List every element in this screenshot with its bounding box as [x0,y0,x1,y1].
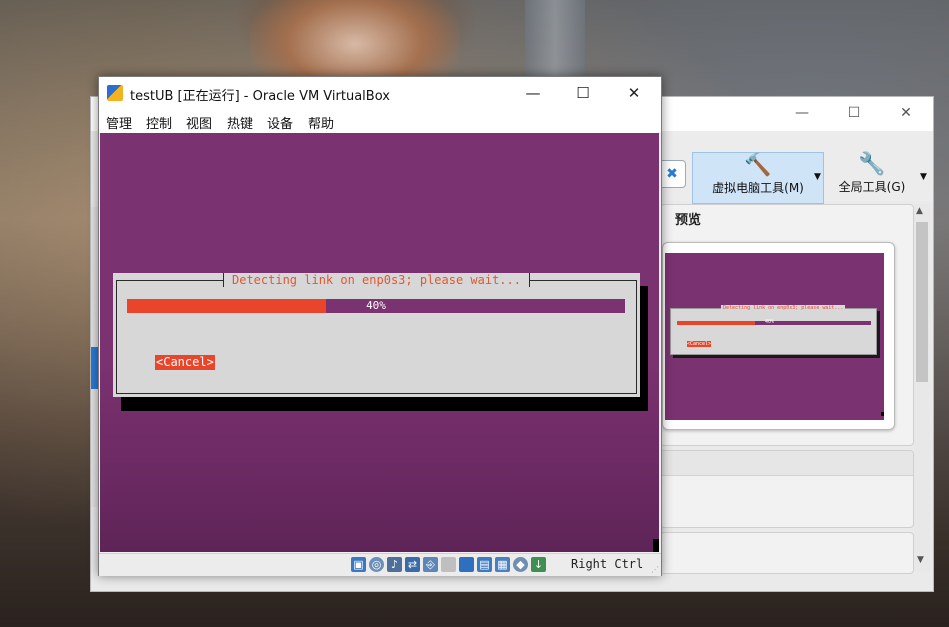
vm-window-title: testUB [正在运行] - Oracle VM VirtualBox [130,89,390,104]
manager-close-button[interactable]: ✕ [891,103,921,123]
manager-scrollbar[interactable]: ▲ [914,204,930,572]
preview-progress-label: 40% [765,319,775,325]
vm-titlebar[interactable]: testUB [正在运行] - Oracle VM VirtualBox — ☐… [99,77,661,109]
global-tools-dropdown-icon[interactable]: ▼ [920,172,927,182]
preview-title: 预览 [675,213,702,228]
menu-control[interactable]: 控制 [146,113,172,132]
keyboard-icon[interactable]: ↓ [531,557,546,572]
manager-minimize-button[interactable]: — [787,103,817,123]
cancel-button[interactable]: <Cancel> [155,355,215,370]
details-panel [660,450,914,528]
discard-icon[interactable]: ✖ [658,160,686,188]
vm-display[interactable]: Detecting link on enp0s3; please wait...… [100,133,659,552]
wallpaper-pillar [525,0,585,80]
machine-tools-label: 虚拟电脑工具(M) [712,181,804,195]
manager-maximize-button[interactable]: ☐ [839,103,869,123]
details-panel-2 [660,532,914,574]
maximize-button[interactable]: ☐ [563,81,603,105]
menu-devices[interactable]: 设备 [267,113,293,132]
host-key-label: Right Ctrl [571,557,644,571]
menu-hotkeys[interactable]: 热键 [227,113,253,132]
preview-dialog: Detecting link on enp0s3; please wait...… [670,305,877,355]
cpu-icon[interactable]: ▦ [495,557,510,572]
shared-folder-icon[interactable] [441,557,456,572]
preview-cancel-label: <Cancel> [687,341,712,347]
dialog-border [116,280,637,394]
menu-help[interactable]: 帮助 [308,113,334,132]
vm-statusbar: ▣ ◎ ♪ ⇄ ⎆ ▤ ▦ ◆ ↓ Right Ctrl ⋰ [99,553,661,576]
scroll-up-icon[interactable]: ▲ [916,206,923,216]
preview-progress-fill [677,321,755,325]
hdd-icon[interactable]: ▣ [351,557,366,572]
usb-icon[interactable]: ⎆ [423,557,438,572]
progress-label: 40% [366,299,386,312]
dialog-title: Detecting link on enp0s3; please wait... [223,273,530,287]
menu-manage[interactable]: 管理 [106,113,132,132]
scroll-down-icon[interactable]: ▼ [917,555,924,565]
recording-icon[interactable]: ▤ [477,557,492,572]
global-tools-button[interactable]: 🔧 全局工具(G) [828,152,916,202]
global-tools-label: 全局工具(G) [838,180,906,194]
vm-window: testUB [正在运行] - Oracle VM VirtualBox — ☐… [98,76,662,576]
menu-view[interactable]: 视图 [186,113,212,132]
app-icon [107,85,123,101]
preview-corner [881,412,884,416]
global-tools-icon: 🔧 [858,152,886,177]
wrench-icon: 🔨 [744,153,772,178]
display-icon[interactable] [459,557,474,572]
resize-grip-icon[interactable]: ⋰ [651,565,659,574]
vm-menubar: 管理 控制 视图 热键 设备 帮助 [99,109,661,134]
progress-bar: 40% [127,299,625,313]
screen-corner [653,539,659,552]
details-panel-header [661,451,913,476]
installer-dialog: Detecting link on enp0s3; please wait...… [113,273,640,397]
preview-dialog-title: Detecting link on enp0s3; please wait... [721,305,846,311]
machine-tools-dropdown-icon[interactable]: ▼ [814,172,821,182]
minimize-button[interactable]: — [513,81,553,105]
machine-tools-button[interactable]: 🔨 虚拟电脑工具(M) [692,152,824,204]
scrollbar-thumb[interactable] [916,222,928,382]
network-icon[interactable]: ⇄ [405,557,420,572]
optical-icon[interactable]: ◎ [369,557,384,572]
audio-icon[interactable]: ♪ [387,557,402,572]
mouse-integration-icon[interactable]: ◆ [513,557,528,572]
close-button[interactable]: ✕ [614,81,654,105]
